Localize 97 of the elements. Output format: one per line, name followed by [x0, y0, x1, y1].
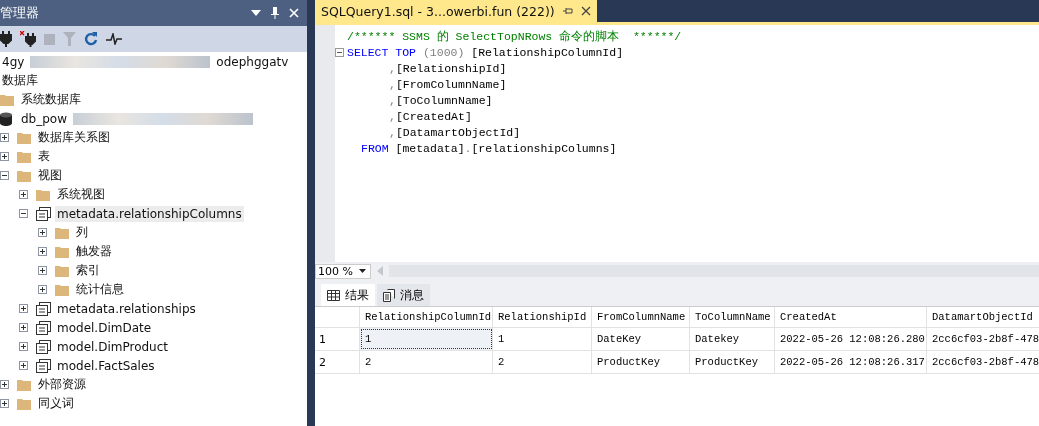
- expand-icon[interactable]: [0, 380, 9, 389]
- expand-icon[interactable]: [38, 266, 47, 275]
- table-cell: 2cc6cf03-2b8f-478: [927, 328, 1039, 350]
- expand-icon[interactable]: [19, 361, 28, 370]
- folder-icon: [55, 226, 69, 239]
- tree-item[interactable]: 数据库: [0, 71, 40, 90]
- folder-icon: [17, 169, 31, 182]
- view-icon: [36, 320, 51, 335]
- expand-icon[interactable]: [19, 323, 28, 332]
- collapse-icon[interactable]: [335, 47, 344, 57]
- table-cell: 2022-05-26 12:08:26.280: [775, 328, 927, 350]
- table-cell: 1: [493, 328, 592, 350]
- tab-title: SQLQuery1.sql - 3...owerbi.fun (222)): [321, 3, 555, 19]
- folder-icon: [17, 131, 31, 144]
- tree-item[interactable]: 同义词: [36, 394, 76, 413]
- code-line: SELECT TOP (1000) [RelationshipColumnId]: [347, 45, 624, 59]
- tree-item[interactable]: 4gy: [0, 53, 27, 70]
- collapse-icon[interactable]: [0, 171, 9, 180]
- expand-icon[interactable]: [19, 342, 28, 351]
- view-icon: [36, 339, 51, 354]
- table-cell: DateKey: [592, 328, 690, 350]
- table-cell: 2cc6cf03-2b8f-478: [927, 351, 1039, 373]
- folder-icon: [55, 264, 69, 277]
- row-number[interactable]: 2: [315, 351, 360, 373]
- expand-icon[interactable]: [19, 190, 28, 199]
- column-header[interactable]: FromColumnName: [592, 307, 690, 327]
- tree-item[interactable]: 数据库关系图: [36, 128, 112, 147]
- expand-icon[interactable]: [38, 228, 47, 237]
- view-icon: [36, 358, 51, 373]
- code-line: ,[DatamartObjectId]: [389, 125, 521, 139]
- column-header[interactable]: RelationshipColumnId: [360, 307, 493, 327]
- code-line: ,[RelationshipId]: [389, 61, 507, 75]
- table-cell: 2: [493, 351, 592, 373]
- collapse-icon[interactable]: [19, 209, 28, 218]
- expand-icon[interactable]: [0, 399, 9, 408]
- tree-item[interactable]: db_pow: [19, 110, 69, 127]
- folder-icon: [0, 93, 14, 106]
- table-cell: ProductKey: [690, 351, 775, 373]
- folder-icon: [17, 378, 31, 391]
- view-icon: [36, 206, 51, 221]
- tree-item[interactable]: 列: [74, 223, 90, 242]
- folder-icon: [36, 188, 50, 201]
- pulse-icon[interactable]: [106, 33, 122, 45]
- panel-title: 管理器: [0, 4, 39, 22]
- pin-icon[interactable]: [562, 6, 573, 16]
- database-icon: [0, 111, 12, 126]
- tree-item[interactable]: model.DimProduct: [55, 338, 170, 355]
- results-tab[interactable]: 结果: [321, 284, 375, 306]
- pin-icon[interactable]: [271, 7, 279, 19]
- plug-icon[interactable]: [0, 31, 12, 47]
- caret-icon: [359, 269, 366, 273]
- code-line: ,[CreatedAt]: [389, 109, 472, 123]
- document-tab[interactable]: SQLQuery1.sql - 3...owerbi.fun (222)): [315, 0, 597, 22]
- unplug-icon[interactable]: [20, 31, 36, 47]
- results-tab[interactable]: 消息: [377, 284, 430, 306]
- code-line: ,[FromColumnName]: [389, 77, 507, 91]
- expand-icon[interactable]: [0, 152, 9, 161]
- expand-icon[interactable]: [38, 285, 47, 294]
- tree-item[interactable]: 外部资源: [36, 375, 88, 394]
- refresh-icon[interactable]: [84, 32, 98, 46]
- code-line: FROM [metadata].[relationshipColumns]: [361, 141, 617, 155]
- table-cell: 1: [360, 328, 493, 350]
- expand-icon[interactable]: [38, 247, 47, 256]
- folder-icon: [55, 245, 69, 258]
- folder-icon: [55, 283, 69, 296]
- table-cell: Datekey: [690, 328, 775, 350]
- tree-item[interactable]: 系统数据库: [19, 90, 83, 109]
- message-icon: [383, 288, 395, 302]
- tree-item[interactable]: 统计信息: [74, 280, 126, 299]
- expand-icon[interactable]: [19, 304, 28, 313]
- tree-item[interactable]: model.FactSales: [55, 357, 157, 374]
- table-cell: 2: [360, 351, 493, 373]
- folder-icon: [17, 150, 31, 163]
- tree-item[interactable]: 表: [36, 147, 52, 166]
- dropdown-icon[interactable]: [251, 10, 261, 16]
- tree-item[interactable]: metadata.relationships: [55, 300, 198, 317]
- close-icon[interactable]: [580, 6, 591, 16]
- view-icon: [36, 301, 51, 316]
- grid-icon: [327, 289, 340, 301]
- tree-item[interactable]: 系统视图: [55, 185, 107, 204]
- tree-item[interactable]: metadata.relationshipColumns: [55, 205, 244, 222]
- table-cell: 2022-05-26 12:08:26.317: [775, 351, 927, 373]
- expand-icon[interactable]: [0, 133, 9, 142]
- column-header[interactable]: ToColumnName: [690, 307, 775, 327]
- table-cell: ProductKey: [592, 351, 690, 373]
- column-header[interactable]: DatamartObjectId: [927, 307, 1039, 327]
- zoom-dropdown[interactable]: 100 %: [315, 263, 371, 279]
- column-header[interactable]: RelationshipId: [493, 307, 592, 327]
- column-header[interactable]: CreatedAt: [775, 307, 927, 327]
- tree-item[interactable]: 视图: [36, 166, 64, 185]
- code-line: /****** SSMS 的 SelectTopNRows 命令的脚本 ******/: [347, 28, 682, 44]
- tree-item[interactable]: 索引: [74, 261, 102, 280]
- tree-item[interactable]: 触发器: [74, 242, 114, 261]
- code-line: ,[ToColumnName]: [389, 93, 493, 107]
- tree-item[interactable]: model.DimDate: [55, 319, 154, 336]
- folder-icon: [17, 397, 31, 410]
- tree-item-text: odephggatv: [215, 53, 290, 70]
